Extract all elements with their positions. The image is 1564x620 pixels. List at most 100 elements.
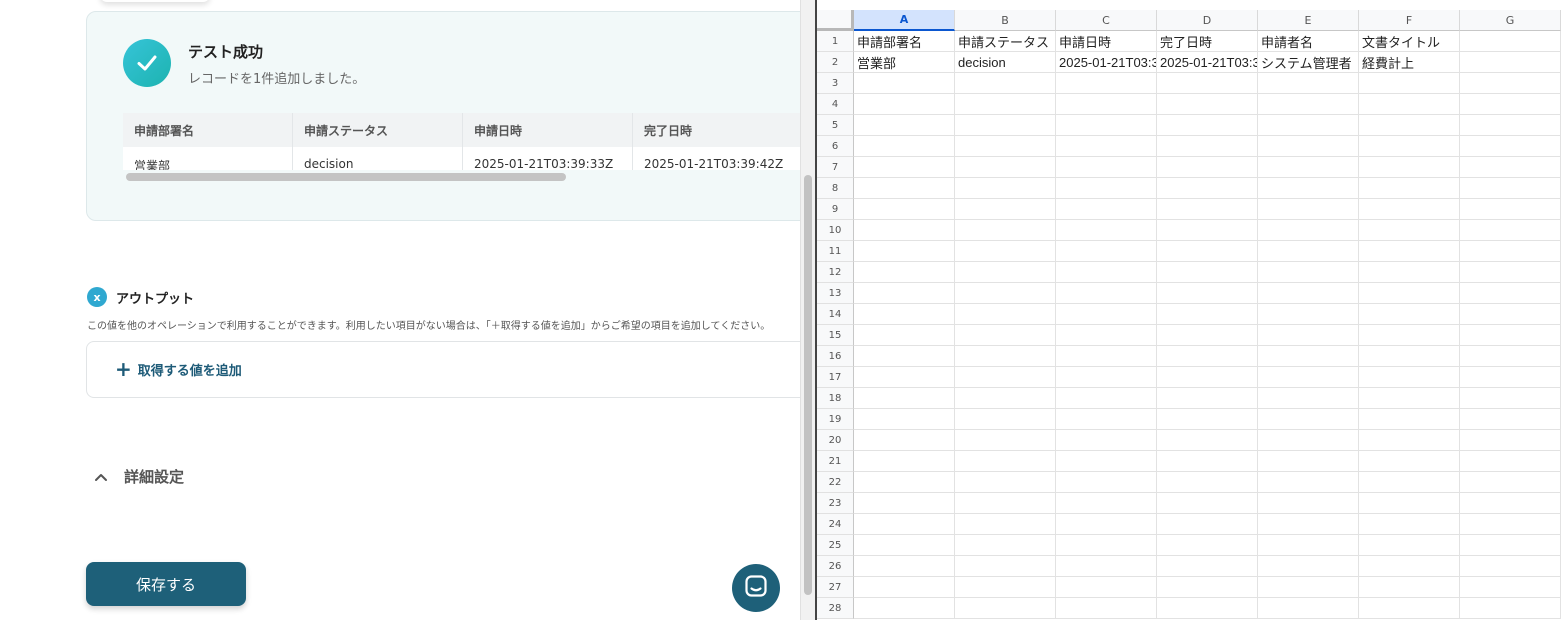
sheet-cell[interactable]: 2025-01-21T03:39:33Z [1056, 52, 1157, 73]
row-header[interactable]: 16 [817, 346, 854, 367]
sheet-cell[interactable] [1460, 199, 1561, 220]
sheet-cell[interactable] [955, 409, 1056, 430]
row-header[interactable]: 1 [817, 31, 854, 52]
sheet-cell[interactable] [1460, 52, 1561, 73]
sheet-cell[interactable] [854, 514, 955, 535]
sheet-cell[interactable] [1056, 346, 1157, 367]
sheet-cell[interactable] [1157, 493, 1258, 514]
sheet-cell[interactable] [854, 577, 955, 598]
sheet-cell[interactable] [1359, 388, 1460, 409]
sheet-cell[interactable]: 2025-01-21T03:39:42Z [1157, 52, 1258, 73]
sheet-cell[interactable] [955, 388, 1056, 409]
row-header[interactable]: 18 [817, 388, 854, 409]
sheet-cell[interactable]: システム管理者 [1258, 52, 1359, 73]
sheet-cell[interactable]: 経費計上 [1359, 52, 1460, 73]
sheet-cell[interactable] [1056, 304, 1157, 325]
sheet-cell[interactable] [955, 367, 1056, 388]
sheet-cell[interactable] [1056, 388, 1157, 409]
sheet-cell[interactable] [1258, 283, 1359, 304]
sheet-cell[interactable] [854, 157, 955, 178]
sheet-cell[interactable] [955, 493, 1056, 514]
sheet-cell[interactable] [1056, 598, 1157, 619]
sheet-cell[interactable] [955, 262, 1056, 283]
sheet-cell[interactable] [1157, 430, 1258, 451]
sheet-cell[interactable] [1157, 451, 1258, 472]
sheet-cell[interactable] [1460, 535, 1561, 556]
sheet-cell[interactable] [955, 451, 1056, 472]
sheet-cell[interactable]: 完了日時 [1157, 31, 1258, 52]
sheet-cell[interactable] [1359, 514, 1460, 535]
sheet-cell[interactable] [1258, 367, 1359, 388]
sheet-cell[interactable] [1258, 346, 1359, 367]
sheet-cell[interactable] [1460, 430, 1561, 451]
column-header[interactable]: E [1258, 10, 1359, 31]
panel-vertical-scrollbar[interactable] [800, 0, 815, 620]
sheet-cell[interactable] [854, 262, 955, 283]
sheet-cell[interactable] [854, 304, 955, 325]
sheet-cell[interactable] [1359, 220, 1460, 241]
sheet-cell[interactable] [854, 136, 955, 157]
sheet-cell[interactable] [854, 346, 955, 367]
sheet-cell[interactable] [955, 577, 1056, 598]
sheet-cell[interactable] [1056, 493, 1157, 514]
sheet-cell[interactable] [1460, 577, 1561, 598]
sheet-cell[interactable] [1460, 304, 1561, 325]
row-header[interactable]: 27 [817, 577, 854, 598]
sheet-cell[interactable] [1359, 262, 1460, 283]
row-header[interactable]: 4 [817, 94, 854, 115]
row-header[interactable]: 22 [817, 472, 854, 493]
sheet-cell[interactable] [1258, 451, 1359, 472]
sheet-cell[interactable] [854, 199, 955, 220]
sheet-cell[interactable] [1056, 115, 1157, 136]
column-header[interactable]: G [1460, 10, 1561, 31]
sheet-cell[interactable] [1056, 199, 1157, 220]
sheet-cell[interactable] [854, 220, 955, 241]
row-header[interactable]: 20 [817, 430, 854, 451]
sheet-cell[interactable] [1157, 514, 1258, 535]
sheet-cell[interactable] [1056, 283, 1157, 304]
sheet-cell[interactable] [1258, 136, 1359, 157]
row-header[interactable]: 6 [817, 136, 854, 157]
row-header[interactable]: 12 [817, 262, 854, 283]
sheet-cell[interactable] [955, 283, 1056, 304]
sheet-cell[interactable] [1460, 388, 1561, 409]
sheet-cell[interactable] [854, 535, 955, 556]
sheet-cell[interactable] [1258, 115, 1359, 136]
sheet-cell[interactable] [1157, 409, 1258, 430]
sheet-cell[interactable] [1359, 409, 1460, 430]
sheet-cell[interactable] [955, 73, 1056, 94]
sheet-cell[interactable] [1258, 493, 1359, 514]
sheet-cell[interactable] [1056, 472, 1157, 493]
sheet-cell[interactable] [1157, 535, 1258, 556]
sheet-cell[interactable] [1258, 73, 1359, 94]
sheet-cell[interactable] [1460, 115, 1561, 136]
sheet-cell[interactable] [1258, 430, 1359, 451]
sheet-cell[interactable] [1258, 388, 1359, 409]
sheet-cell[interactable] [1157, 325, 1258, 346]
sheet-cell[interactable] [1056, 430, 1157, 451]
sheet-cell[interactable] [1359, 367, 1460, 388]
sheet-cell[interactable] [1056, 325, 1157, 346]
column-header[interactable]: A [854, 10, 955, 31]
sheet-cell[interactable] [1460, 346, 1561, 367]
sheet-cell[interactable] [1460, 493, 1561, 514]
sheet-cell[interactable] [955, 115, 1056, 136]
sheet-cell[interactable] [1056, 535, 1157, 556]
chat-support-button[interactable] [732, 564, 780, 612]
sheet-cell[interactable] [1460, 598, 1561, 619]
sheet-cell[interactable] [854, 178, 955, 199]
sheet-cell[interactable] [955, 556, 1056, 577]
sheet-cell[interactable] [1056, 451, 1157, 472]
sheet-cell[interactable] [1359, 535, 1460, 556]
sheet-cell[interactable]: 営業部 [854, 52, 955, 73]
save-button[interactable]: 保存する [86, 562, 246, 606]
sheet-cell[interactable] [1460, 73, 1561, 94]
sheet-cell[interactable] [1157, 157, 1258, 178]
sheet-cell[interactable] [854, 73, 955, 94]
sheet-cell[interactable] [1460, 367, 1561, 388]
sheet-cell[interactable] [1359, 451, 1460, 472]
sheet-cell[interactable] [1157, 199, 1258, 220]
sheet-cell[interactable] [955, 535, 1056, 556]
sheet-cell[interactable] [854, 283, 955, 304]
sheet-cell[interactable] [955, 241, 1056, 262]
